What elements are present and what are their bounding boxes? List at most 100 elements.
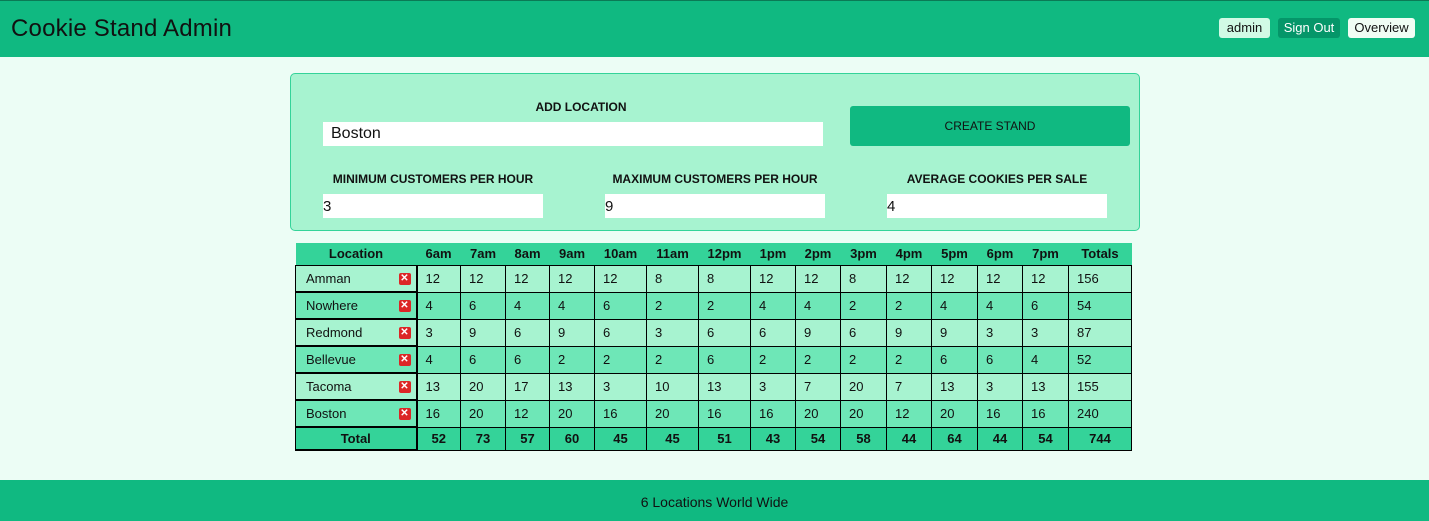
sales-cell: 20 (549, 399, 595, 428)
location-name: Boston (306, 406, 347, 421)
delete-icon[interactable]: ✕ (398, 354, 411, 366)
page-title: Cookie Stand Admin (11, 15, 233, 42)
sales-cell: 6 (931, 345, 978, 374)
sales-cell: 13 (549, 372, 595, 401)
sales-cell: 16 (594, 399, 647, 428)
user-badge[interactable]: admin (1219, 18, 1270, 38)
sales-cell: 2 (646, 291, 699, 320)
hourly-total-cell: 64 (931, 426, 978, 451)
sales-cell: 2 (698, 291, 751, 320)
header-totals: Totals (1068, 243, 1132, 265)
header-hour: 6am (416, 243, 461, 265)
sales-cell: 6 (977, 345, 1023, 374)
sales-cell: 8 (646, 264, 699, 293)
location-name: Nowhere (306, 298, 359, 313)
delete-icon[interactable]: ✕ (398, 381, 411, 393)
avg-cookies-input[interactable] (887, 194, 1107, 218)
sales-cell: 6 (594, 291, 647, 320)
sales-cell: 9 (460, 318, 506, 347)
sales-cell: 2 (750, 345, 796, 374)
table-row: Nowhere ✕ 4 6 4 4 6 2 2 4 4 2 2 4 4 6 54 (295, 291, 1132, 320)
header-hour: 6pm (977, 243, 1023, 265)
header-hour: 5pm (931, 243, 978, 265)
sales-cell: 12 (886, 399, 932, 428)
hourly-total-cell: 44 (977, 426, 1023, 451)
sales-cell: 3 (1022, 318, 1069, 347)
row-total-cell: 52 (1068, 345, 1132, 374)
row-total-cell: 156 (1068, 264, 1132, 293)
delete-icon[interactable]: ✕ (398, 300, 411, 312)
sales-cell: 2 (886, 345, 932, 374)
sales-cell: 13 (931, 372, 978, 401)
header-hour: 9am (549, 243, 595, 265)
sign-out-button[interactable]: Sign Out (1278, 18, 1340, 38)
hourly-total-cell: 45 (594, 426, 647, 451)
sales-cell: 4 (977, 291, 1023, 320)
location-input[interactable] (323, 122, 823, 146)
location-label: ADD LOCATION (535, 100, 627, 114)
hourly-total-cell: 73 (460, 426, 506, 451)
row-total-cell: 87 (1068, 318, 1132, 347)
hourly-total-cell: 60 (549, 426, 595, 451)
avg-cookies-label: AVERAGE COOKIES PER SALE (906, 172, 1088, 186)
sales-cell: 10 (646, 372, 699, 401)
location-name: Amman (306, 270, 351, 286)
hourly-total-cell: 57 (505, 426, 550, 451)
sales-cell: 9 (886, 318, 932, 347)
sales-cell: 12 (594, 264, 647, 293)
sales-cell: 9 (931, 318, 978, 347)
create-stand-button[interactable]: CREATE STAND (850, 106, 1130, 146)
sales-cell: 9 (795, 318, 841, 347)
header-hour: 12pm (698, 243, 751, 265)
totals-label: Total (295, 426, 418, 451)
sales-cell: 6 (460, 291, 506, 320)
sales-cell: 2 (549, 345, 595, 374)
header-hour: 11am (646, 243, 699, 265)
sales-cell: 2 (646, 345, 699, 374)
min-customers-input[interactable] (323, 194, 543, 218)
header-hour: 2pm (795, 243, 841, 265)
location-name: Bellevue (306, 352, 356, 367)
header-hour: 8am (505, 243, 550, 265)
totals-row: Total 52 73 57 60 45 45 51 43 54 58 44 64 44 54 744 (295, 426, 1132, 451)
sales-cell: 8 (840, 264, 887, 293)
sales-cell: 13 (1022, 372, 1069, 401)
delete-icon[interactable]: ✕ (398, 272, 411, 285)
sales-cell: 12 (460, 264, 506, 293)
sales-cell: 12 (931, 264, 978, 293)
sales-cell: 4 (505, 291, 550, 320)
sales-cell: 6 (750, 318, 796, 347)
row-total-cell: 54 (1068, 291, 1132, 320)
table-row: Tacoma ✕ 13 20 17 13 3 10 13 3 7 20 7 13 3 13 155 (295, 372, 1132, 401)
sales-cell: 6 (1022, 291, 1069, 320)
sales-cell: 3 (977, 372, 1023, 401)
delete-icon[interactable]: ✕ (398, 408, 411, 420)
sales-cell: 13 (416, 372, 461, 401)
sales-cell: 12 (795, 264, 841, 293)
sales-cell: 16 (416, 399, 461, 428)
sales-cell: 20 (840, 399, 887, 428)
table-row: Boston ✕ 16 20 12 20 16 20 16 16 20 20 12 20 16 16 240 (295, 399, 1132, 428)
sales-cell: 6 (460, 345, 506, 374)
hourly-total-cell: 51 (698, 426, 751, 451)
sales-cell: 6 (505, 345, 550, 374)
delete-icon[interactable]: ✕ (398, 327, 411, 339)
max-customers-input[interactable] (605, 194, 825, 218)
overview-button[interactable]: Overview (1348, 18, 1415, 38)
row-total-cell: 155 (1068, 372, 1132, 401)
sales-cell: 4 (549, 291, 595, 320)
sales-cell: 3 (977, 318, 1023, 347)
sales-cell: 9 (549, 318, 595, 347)
sales-cell: 7 (886, 372, 932, 401)
sales-cell: 17 (505, 372, 550, 401)
header-hour: 4pm (886, 243, 932, 265)
sales-cell: 12 (977, 264, 1023, 293)
sales-cell: 2 (840, 291, 887, 320)
sales-cell: 2 (795, 345, 841, 374)
sales-cell: 4 (750, 291, 796, 320)
sales-cell: 6 (505, 318, 550, 347)
sales-cell: 3 (750, 372, 796, 401)
sales-cell: 2 (594, 345, 647, 374)
max-customers-label: MAXIMUM CUSTOMERS PER HOUR (612, 172, 818, 186)
grand-total-cell: 744 (1068, 426, 1132, 451)
